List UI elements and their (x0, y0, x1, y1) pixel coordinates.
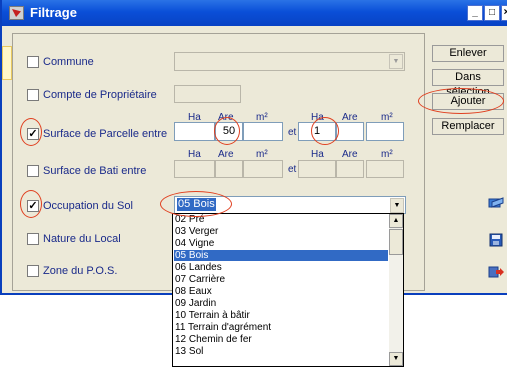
scroll-up-icon[interactable]: ▲ (389, 214, 403, 228)
nature-checkbox[interactable] (27, 233, 39, 245)
dropdown-scrollbar[interactable]: ▲ ▼ (389, 214, 403, 366)
list-item[interactable]: 07 Carrière (174, 274, 388, 285)
accent-marker (2, 46, 12, 80)
app-icon (9, 6, 24, 20)
bati-to-m2-field[interactable] (366, 160, 404, 178)
minimize-button[interactable]: _ (467, 5, 483, 21)
surface-bati-label: Surface de Bati entre (43, 165, 147, 177)
ajouter-button[interactable]: Ajouter (432, 93, 504, 110)
compte-field[interactable] (174, 85, 241, 103)
commune-label: Commune (43, 56, 94, 68)
close-button[interactable]: × (501, 5, 507, 21)
chevron-down-icon[interactable]: ▼ (389, 54, 403, 69)
zone-label: Zone du P.O.S. (43, 265, 118, 277)
save-icon[interactable] (488, 233, 504, 247)
bati-to-ha-field[interactable] (298, 160, 336, 178)
to-m2-field[interactable] (366, 122, 404, 141)
bati-to-are-field[interactable] (336, 160, 364, 178)
list-item[interactable]: 06 Landes (174, 262, 388, 273)
unit-ha: Ha (311, 149, 324, 160)
unit-ha: Ha (188, 149, 201, 160)
dans-selection-button[interactable]: Dans sélection (432, 69, 504, 98)
surface-parcelle-checkbox[interactable]: ✓ (27, 128, 39, 140)
title-bar[interactable]: Filtrage _ □ × (2, 0, 507, 26)
surface-bati-row: Surface de Bati entre (27, 164, 177, 180)
list-item[interactable]: 04 Vigne (174, 238, 388, 249)
compte-checkbox[interactable] (27, 89, 39, 101)
list-item[interactable]: 08 Eaux (174, 286, 388, 297)
scroll-thumb[interactable] (389, 229, 403, 255)
occupation-checkbox[interactable]: ✓ (27, 200, 39, 212)
occupation-row: ✓ Occupation du Sol (27, 199, 167, 215)
surface-bati-checkbox[interactable] (27, 165, 39, 177)
unit-m2: m² (256, 149, 268, 160)
list-item[interactable]: 02 Pré (174, 214, 388, 225)
compte-label: Compte de Propriétaire (43, 89, 157, 101)
chevron-down-icon[interactable]: ▼ (390, 198, 404, 213)
nature-label: Nature du Local (43, 233, 121, 245)
maximize-button[interactable]: □ (484, 5, 500, 21)
compte-row: Compte de Propriétaire (27, 88, 167, 104)
et-label: et (288, 127, 297, 138)
list-item[interactable]: 12 Chemin de fer (174, 334, 388, 345)
nature-row: Nature du Local (27, 232, 167, 248)
window-title: Filtrage (30, 5, 77, 20)
enlever-button[interactable]: Enlever (432, 45, 504, 62)
list-item[interactable]: 03 Verger (174, 226, 388, 237)
list-item[interactable]: 11 Terrain d'agrément (174, 322, 388, 333)
from-are-field[interactable]: 50 (215, 122, 243, 141)
to-are-field[interactable] (336, 122, 364, 141)
list-item[interactable]: 09 Jardin (174, 298, 388, 309)
unit-m2: m² (381, 149, 393, 160)
commune-row: Commune (27, 55, 167, 71)
unit-are: Are (342, 149, 358, 160)
list-item[interactable]: 13 Sol (174, 346, 388, 357)
from-ha-field[interactable] (174, 122, 215, 141)
surface-parcelle-row: ✓ Surface de Parcelle entre (27, 127, 177, 143)
remplacer-button[interactable]: Remplacer (432, 118, 504, 135)
open-folder-icon[interactable] (488, 195, 504, 209)
from-m2-field[interactable] (243, 122, 283, 141)
unit-are: Are (218, 149, 234, 160)
occupation-select[interactable]: 05 Bois ▼ (174, 196, 406, 214)
export-icon[interactable] (488, 265, 504, 279)
zone-row: Zone du P.O.S. (27, 264, 167, 280)
occupation-label: Occupation du Sol (43, 200, 133, 212)
scroll-down-icon[interactable]: ▼ (389, 352, 403, 366)
occupation-selected-value: 05 Bois (177, 198, 216, 211)
list-item[interactable]: 10 Terrain à bâtir (174, 310, 388, 321)
bati-from-ha-field[interactable] (174, 160, 215, 178)
surface-parcelle-label: Surface de Parcelle entre (43, 128, 168, 140)
occupation-dropdown-list[interactable]: 02 Pré 03 Verger 04 Vigne 05 Bois 06 Lan… (172, 213, 404, 367)
to-ha-field[interactable]: 1 (298, 122, 336, 141)
bati-from-m2-field[interactable] (243, 160, 283, 178)
bati-from-are-field[interactable] (215, 160, 243, 178)
et-label: et (288, 164, 297, 175)
zone-checkbox[interactable] (27, 265, 39, 277)
list-item-selected[interactable]: 05 Bois (174, 250, 388, 261)
commune-checkbox[interactable] (27, 56, 39, 68)
commune-combo[interactable]: ▼ (174, 52, 405, 71)
